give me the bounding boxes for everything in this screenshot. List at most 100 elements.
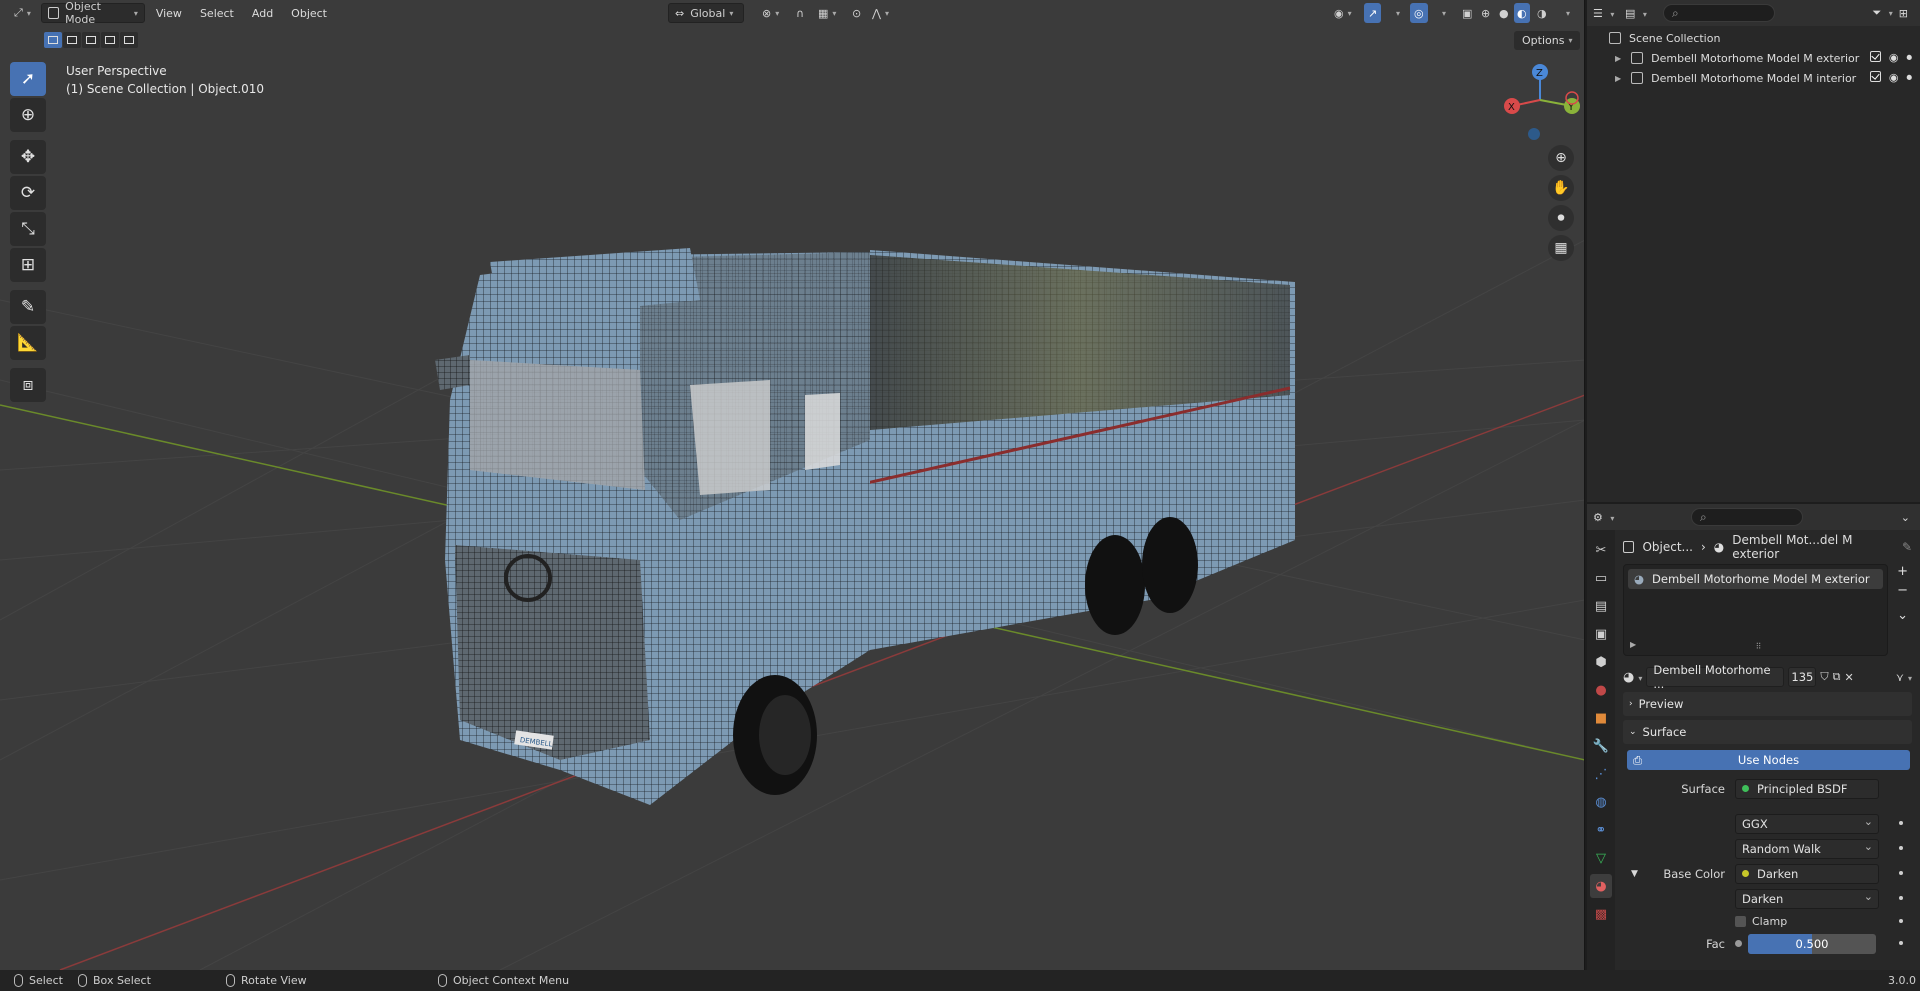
keyframe-dot[interactable]	[1899, 919, 1903, 923]
proportional-edit-toggle[interactable]: ⊙	[846, 3, 867, 23]
subsurface-method-dropdown[interactable]: Random Walk	[1735, 838, 1879, 859]
shading-rendered[interactable]: ◑	[1534, 3, 1550, 23]
material-name-field[interactable]: Dembell Motorhome ...	[1646, 663, 1785, 691]
properties-search-input[interactable]: ⌕	[1691, 508, 1803, 526]
tool-measure[interactable]: 📐	[10, 326, 46, 360]
tab-modifiers[interactable]: 🔧	[1590, 734, 1612, 758]
select-extend-button[interactable]	[63, 32, 81, 48]
add-slot-button[interactable]: +	[1897, 564, 1908, 579]
blend-mode-dropdown[interactable]: Darken	[1735, 888, 1879, 909]
gizmo-toggle[interactable]: ↗	[1364, 3, 1382, 23]
new-collection-icon[interactable]: ⊞	[1899, 7, 1908, 20]
exclude-checkbox[interactable]	[1869, 51, 1881, 62]
tool-cursor[interactable]: ⊕	[10, 98, 46, 132]
tool-scale[interactable]: ⤡	[10, 212, 46, 246]
tab-tool[interactable]: ✂	[1590, 538, 1612, 562]
filter-icon[interactable]: ⏷ ▾	[1872, 6, 1892, 20]
editor-type-button[interactable]: ⤢ ▾	[8, 3, 37, 23]
tool-select-box[interactable]: ➚	[10, 62, 46, 96]
use-nodes-button[interactable]: ⎙ Use Nodes	[1627, 750, 1910, 770]
camera-view-button[interactable]: ⏺	[1548, 205, 1574, 231]
exclude-checkbox[interactable]	[1869, 71, 1881, 82]
shading-wireframe[interactable]: ⊕	[1478, 3, 1493, 23]
material-slot-item[interactable]: ◕ Dembell Motorhome Model M exterior	[1628, 569, 1883, 589]
tab-material[interactable]: ◕	[1590, 874, 1612, 898]
user-count-badge[interactable]: 135	[1788, 667, 1817, 687]
orientation-dropdown[interactable]: ⇔ Global ▾	[668, 3, 744, 23]
options-chevron-icon[interactable]: ⌄	[1901, 511, 1910, 524]
scene-collection-row[interactable]: Scene Collection	[1587, 28, 1920, 48]
select-new-button[interactable]	[44, 32, 62, 48]
snap-target-dropdown[interactable]: ▦ ▾	[812, 3, 842, 23]
remove-slot-button[interactable]: −	[1897, 583, 1908, 598]
menu-view[interactable]: View	[149, 3, 189, 23]
preview-section-header[interactable]: › Preview	[1623, 692, 1912, 716]
menu-select[interactable]: Select	[193, 3, 241, 23]
surface-section-header[interactable]: ⌄ Surface	[1623, 720, 1912, 744]
camera-icon[interactable]: ⏺	[1907, 51, 1913, 65]
falloff-dropdown[interactable]: ⋀ ▾	[866, 3, 895, 23]
options-dropdown[interactable]: Options ▾	[1514, 31, 1581, 50]
tab-constraints[interactable]: ⚭	[1590, 818, 1612, 842]
outliner-item-interior[interactable]: ▶ Dembell Motorhome Model M interior ◉ ⏺	[1587, 68, 1920, 88]
outliner-editor-type-icon[interactable]: ☰ ▾	[1593, 7, 1619, 20]
3d-viewport[interactable]: DEMBELL ⤢ ▾ Object Mode ▾ View Select Add …	[0, 0, 1585, 970]
surface-shader-field[interactable]: Principled BSDF	[1735, 778, 1879, 799]
keyframe-dot[interactable]	[1899, 846, 1903, 850]
mode-dropdown[interactable]: Object Mode ▾	[40, 0, 145, 26]
properties-editor-type-icon[interactable]: ⚙ ▾	[1593, 511, 1619, 524]
tab-data[interactable]: ▽	[1590, 846, 1612, 870]
browse-material-icon[interactable]: ◕ ▾	[1623, 670, 1642, 685]
material-slot-list[interactable]: ◕ Dembell Motorhome Model M exterior ▶ ⠿	[1623, 564, 1888, 656]
tab-output[interactable]: ▤	[1590, 594, 1612, 618]
unlink-material-icon[interactable]: ✕	[1844, 671, 1853, 684]
tab-particles[interactable]: ⋰	[1590, 762, 1612, 786]
tab-object[interactable]: ■	[1590, 706, 1612, 730]
overlay-dropdown[interactable]: ▾	[1432, 3, 1452, 23]
base-color-field[interactable]: Darken	[1735, 863, 1879, 884]
slot-specials-button[interactable]: ⌄	[1897, 608, 1908, 623]
outliner-search-input[interactable]: ⌕	[1663, 4, 1775, 22]
ortho-toggle-button[interactable]: ▦	[1548, 235, 1574, 261]
gizmo-dropdown[interactable]: ▾	[1386, 3, 1406, 23]
tab-view-layer[interactable]: ▣	[1590, 622, 1612, 646]
tool-rotate[interactable]: ⟳	[10, 176, 46, 210]
tab-world[interactable]: ●	[1590, 678, 1612, 702]
pivot-dropdown[interactable]: ⊗ ▾	[756, 3, 785, 23]
duplicate-material-icon[interactable]: ⧉	[1833, 670, 1841, 684]
keyframe-dot[interactable]	[1899, 871, 1903, 875]
keyframe-dot[interactable]	[1899, 896, 1903, 900]
keyframe-dot[interactable]	[1899, 821, 1903, 825]
navigation-gizmo[interactable]: Z Y X	[1500, 60, 1580, 140]
distribution-dropdown[interactable]: GGX	[1735, 813, 1879, 834]
outliner-item-exterior[interactable]: ▶ Dembell Motorhome Model M exterior ◉ ⏺	[1587, 48, 1920, 68]
snap-toggle[interactable]: ∩	[790, 3, 810, 23]
tool-transform[interactable]: ⊞	[10, 248, 46, 282]
fake-user-shield-icon[interactable]: ⛉	[1820, 670, 1828, 684]
tab-physics[interactable]: ◍	[1590, 790, 1612, 814]
clamp-checkbox[interactable]	[1735, 915, 1746, 927]
eye-icon[interactable]: ◉	[1889, 71, 1899, 85]
shading-dropdown[interactable]: ▾	[1556, 3, 1576, 23]
expand-arrow-icon[interactable]: ▶	[1615, 54, 1621, 63]
visibility-dropdown[interactable]: ◉ ▾	[1328, 3, 1358, 23]
list-resize-handle[interactable]: ⠿	[1756, 642, 1762, 651]
camera-icon[interactable]: ⏺	[1907, 71, 1913, 85]
tool-move[interactable]: ✥	[10, 140, 46, 174]
tool-add-cube[interactable]: ⧈	[10, 368, 46, 402]
pin-icon[interactable]: ✎	[1902, 540, 1912, 554]
shading-solid[interactable]: ●	[1496, 3, 1512, 23]
tab-render[interactable]: ▭	[1590, 566, 1612, 590]
keyframe-dot[interactable]	[1899, 941, 1903, 945]
overlay-toggle[interactable]: ◎	[1410, 3, 1428, 23]
list-expand-icon[interactable]: ▶	[1630, 640, 1636, 649]
fac-slider[interactable]: 0.500	[1748, 933, 1876, 954]
select-intersect-button[interactable]	[120, 32, 138, 48]
shading-material[interactable]: ◐	[1514, 3, 1530, 23]
tab-texture[interactable]: ▩	[1590, 902, 1612, 926]
eye-icon[interactable]: ◉	[1889, 51, 1899, 65]
tool-annotate[interactable]: ✎	[10, 290, 46, 324]
expand-arrow-icon[interactable]: ▼	[1631, 869, 1638, 879]
select-subtract-button[interactable]	[82, 32, 100, 48]
zoom-button[interactable]: ⊕	[1548, 145, 1574, 171]
